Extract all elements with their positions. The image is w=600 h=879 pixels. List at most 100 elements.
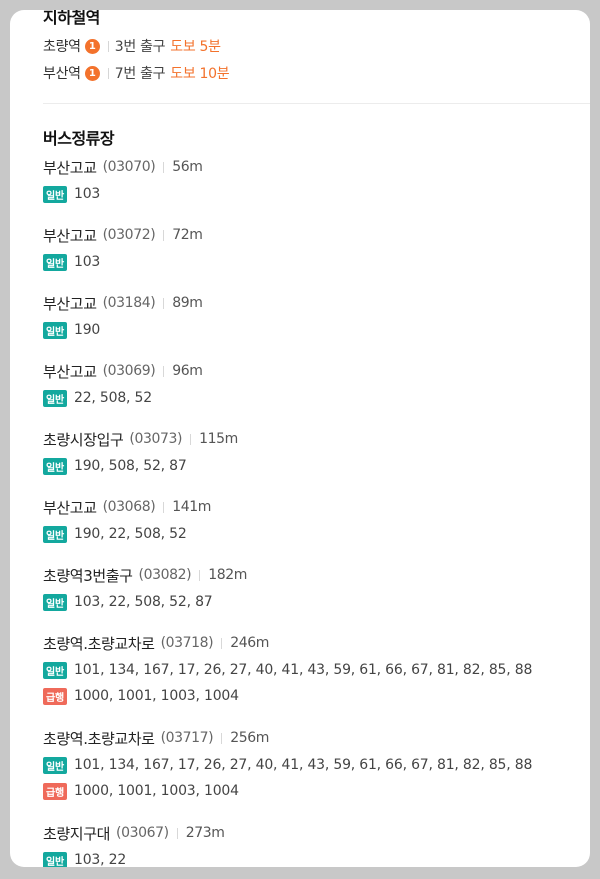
divider-bar	[163, 161, 165, 173]
bus-stop-distance: 246m	[230, 635, 270, 651]
route-numbers: 103	[74, 186, 101, 202]
bus-stop-header: 초량역.초량교차로 (03718) 246m	[43, 632, 590, 654]
line-1-badge: 1	[84, 38, 100, 54]
route-numbers: 190, 22, 508, 52	[74, 526, 187, 542]
station-name: 부산역	[43, 66, 81, 82]
bus-stop-name: 부산고교	[43, 226, 97, 245]
bus-stop-id: (03069)	[102, 363, 156, 379]
bus-stop-distance: 256m	[230, 730, 270, 746]
walk-time: 도보 5분	[170, 39, 221, 55]
bus-stop-item[interactable]: 부산고교 (03072) 72m 일반 103	[43, 224, 590, 273]
bus-stop-item[interactable]: 부산고교 (03184) 89m 일반 190	[43, 292, 590, 341]
general-badge: 일반	[43, 661, 67, 679]
bus-stop-name: 부산고교	[43, 498, 97, 517]
bus-stop-id: (03068)	[102, 499, 156, 515]
bus-stop-item[interactable]: 부산고교 (03070) 56m 일반 103	[43, 156, 590, 205]
bus-stop-header: 초량지구대 (03067) 273m	[43, 822, 590, 844]
bus-stop-distance: 96m	[172, 363, 203, 379]
station-name: 초량역	[43, 39, 81, 55]
bus-stop-item[interactable]: 초량역3번출구 (03082) 182m 일반 103, 22, 508, 52, 87	[43, 564, 590, 613]
general-badge: 일반	[43, 321, 67, 339]
route-row: 급행 1000, 1001, 1003, 1004	[43, 685, 590, 707]
bus-stop-item[interactable]: 부산고교 (03068) 141m 일반 190, 22, 508, 52	[43, 496, 590, 545]
general-badge: 일반	[43, 756, 67, 774]
route-row: 일반 103, 22, 508, 52, 87	[43, 591, 590, 613]
divider-bar	[163, 365, 165, 377]
subway-station-row[interactable]: 부산역 1 7번 출구 도보 10분	[43, 63, 230, 83]
route-numbers: 103, 22	[74, 852, 127, 867]
bus-stop-header: 부산고교 (03068) 141m	[43, 496, 590, 518]
route-numbers: 22, 508, 52	[74, 390, 152, 406]
divider-bar	[221, 732, 223, 744]
route-numbers: 101, 134, 167, 17, 26, 27, 40, 41, 43, 5…	[74, 662, 533, 678]
route-numbers: 101, 134, 167, 17, 26, 27, 40, 41, 43, 5…	[74, 757, 533, 773]
bus-stop-name: 초량역3번출구	[43, 566, 133, 585]
bus-stop-item[interactable]: 부산고교 (03069) 96m 일반 22, 508, 52	[43, 360, 590, 409]
route-row: 일반 103, 22	[43, 849, 590, 867]
bus-stop-distance: 89m	[172, 295, 203, 311]
bus-stop-id: (03718)	[160, 635, 214, 651]
bus-stop-distance: 182m	[208, 567, 247, 583]
general-badge: 일반	[43, 593, 67, 611]
bus-stop-name: 초량역.초량교차로	[43, 634, 155, 653]
route-numbers: 103	[74, 254, 101, 270]
bus-stop-distance: 273m	[185, 825, 225, 841]
general-badge: 일반	[43, 185, 67, 203]
subway-section-title: 지하철역	[43, 10, 100, 27]
bus-stop-item[interactable]: 초량지구대 (03067) 273m 일반 103, 22	[43, 822, 590, 867]
general-badge: 일반	[43, 851, 67, 867]
route-row: 일반 101, 134, 167, 17, 26, 27, 40, 41, 43,…	[43, 754, 590, 776]
bus-stop-name: 초량지구대	[43, 824, 111, 843]
route-row: 일반 190, 22, 508, 52	[43, 523, 590, 545]
bus-stop-header: 부산고교 (03072) 72m	[43, 224, 590, 246]
bus-stop-item[interactable]: 초량역.초량교차로 (03718) 246m 일반 101, 134, 167, 17,…	[43, 632, 590, 707]
divider-bar	[190, 433, 192, 445]
route-row: 일반 190, 508, 52, 87	[43, 455, 590, 477]
line-1-badge: 1	[84, 65, 100, 81]
divider-bar	[176, 827, 178, 839]
bus-stop-header: 부산고교 (03069) 96m	[43, 360, 590, 382]
subway-station-row[interactable]: 초량역 1 3번 출구 도보 5분	[43, 36, 221, 56]
divider-bar	[221, 637, 223, 649]
station-exit: 3번 출구	[114, 39, 166, 55]
divider-bar	[107, 67, 109, 79]
bus-stop-header: 초량역3번출구 (03082) 182m	[43, 564, 590, 586]
bus-stop-distance: 115m	[199, 431, 238, 447]
bus-stop-name: 초량역.초량교차로	[43, 729, 155, 748]
bus-stop-header: 부산고교 (03184) 89m	[43, 292, 590, 314]
route-row: 일반 103	[43, 183, 590, 205]
divider-bar	[163, 297, 165, 309]
bus-stop-header: 초량역.초량교차로 (03717) 256m	[43, 727, 590, 749]
route-numbers: 1000, 1001, 1003, 1004	[74, 688, 239, 704]
bus-stop-header: 초량시장입구 (03073) 115m	[43, 428, 590, 450]
section-divider	[43, 103, 590, 104]
route-row: 일반 103	[43, 251, 590, 273]
walk-time: 도보 10분	[170, 66, 230, 82]
route-numbers: 190	[74, 322, 101, 338]
express-badge: 급행	[43, 687, 67, 705]
bus-stop-item[interactable]: 초량시장입구 (03073) 115m 일반 190, 508, 52, 87	[43, 428, 590, 477]
divider-bar	[163, 229, 165, 241]
divider-bar	[199, 569, 201, 581]
route-row: 급행 1000, 1001, 1003, 1004	[43, 780, 590, 802]
nearby-transit-panel: 지하철역 초량역 1 3번 출구 도보 5분 부산역 1 7번 출구 도보 10…	[10, 10, 590, 867]
bus-stop-id: (03072)	[102, 227, 156, 243]
bus-stop-distance: 56m	[172, 159, 203, 175]
route-numbers: 190, 508, 52, 87	[74, 458, 187, 474]
general-badge: 일반	[43, 389, 67, 407]
bus-stop-id: (03073)	[129, 431, 183, 447]
bus-stop-header: 부산고교 (03070) 56m	[43, 156, 590, 178]
bus-stop-distance: 72m	[172, 227, 203, 243]
bus-section-title: 버스정류장	[43, 129, 115, 148]
general-badge: 일반	[43, 525, 67, 543]
general-badge: 일반	[43, 457, 67, 475]
route-row: 일반 22, 508, 52	[43, 387, 590, 409]
bus-stop-item[interactable]: 초량역.초량교차로 (03717) 256m 일반 101, 134, 167, 17,…	[43, 727, 590, 802]
bus-stop-id: (03067)	[116, 825, 169, 841]
route-numbers: 103, 22, 508, 52, 87	[74, 594, 213, 610]
divider-bar	[107, 40, 109, 52]
bus-stop-distance: 141m	[172, 499, 212, 515]
bus-stop-name: 부산고교	[43, 362, 97, 381]
route-numbers: 1000, 1001, 1003, 1004	[74, 783, 239, 799]
bus-stop-id: (03717)	[160, 730, 214, 746]
